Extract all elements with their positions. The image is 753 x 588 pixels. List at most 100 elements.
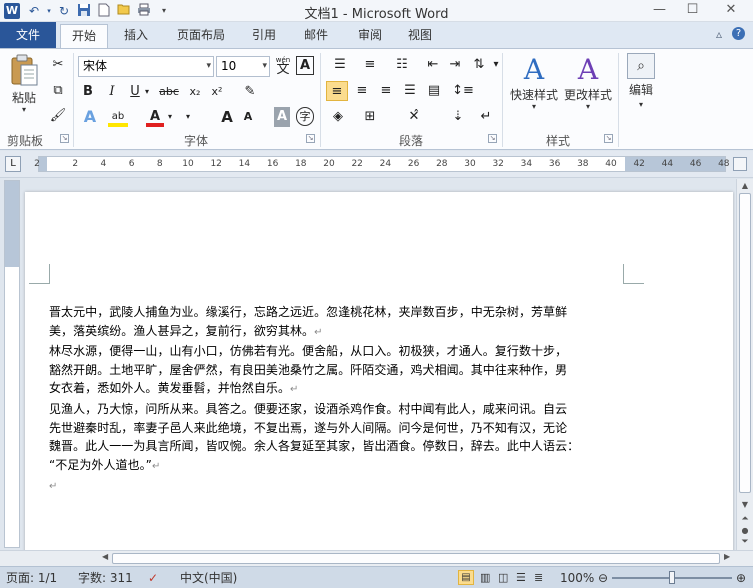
previous-page-icon[interactable]: ⏶ <box>739 513 751 525</box>
scroll-left-icon[interactable]: ◀ <box>102 552 108 561</box>
document-page[interactable]: 晋太元中，武陵人捕鱼为业。缘溪行，忘路之远近。忽逢桃花林，夹岸数百步，中无杂树，… <box>25 192 733 550</box>
document-paragraph[interactable]: 晋太元中，武陵人捕鱼为业。缘溪行，忘路之远近。忽逢桃花林，夹岸数百步，中无杂树，… <box>49 303 651 342</box>
font-size-combo[interactable]: 10 ▾ <box>216 56 270 77</box>
outline-view-icon[interactable]: ☰ <box>516 570 526 586</box>
undo-dropdown-icon[interactable]: ▾ <box>46 3 52 19</box>
zoom-level[interactable]: 100% <box>560 570 594 586</box>
full-screen-reading-icon[interactable]: ▥ <box>480 570 490 586</box>
superscript-button[interactable]: x² <box>208 82 226 102</box>
numbering-icon[interactable]: ≡ <box>358 55 382 75</box>
highlight-dropdown-icon[interactable]: ▾ <box>184 107 192 127</box>
tab-file[interactable]: 文件 <box>0 22 56 48</box>
change-styles-button[interactable]: A 更改样式 ▾ <box>562 53 614 111</box>
underline-dropdown-icon[interactable]: ▾ <box>143 82 151 102</box>
draft-view-icon[interactable]: ≣ <box>534 570 543 586</box>
align-right-icon[interactable]: ≡ <box>376 81 396 101</box>
tab-home[interactable]: 开始 <box>60 24 108 49</box>
distributed-icon[interactable]: ▤ <box>424 81 444 101</box>
page-count[interactable]: 页面: 1/1 <box>6 570 57 586</box>
horizontal-scrollbar[interactable]: ◀ ▶ <box>0 550 753 566</box>
multilevel-list-icon[interactable]: ☷ <box>390 55 414 75</box>
sort-az-icon[interactable]: ⇣ <box>448 107 468 127</box>
font-color-icon[interactable]: A <box>146 107 164 127</box>
language-indicator[interactable]: 中文(中国) <box>180 570 237 586</box>
align-left-button[interactable]: ≡ <box>326 81 348 101</box>
vertical-ruler[interactable] <box>4 180 20 548</box>
word-count[interactable]: 字数: 311 <box>78 570 133 586</box>
enclose-characters-button[interactable]: 字 <box>296 107 314 126</box>
tab-page-layout[interactable]: 页面布局 <box>166 24 236 48</box>
proofing-icon[interactable]: ✓ <box>148 570 158 586</box>
bullets-icon[interactable]: ☰ <box>328 55 352 75</box>
tab-review[interactable]: 审阅 <box>348 24 392 48</box>
shading-icon[interactable]: ◈ <box>328 107 348 127</box>
show-paragraph-marks-icon[interactable]: ↵ <box>476 107 496 127</box>
tab-selector[interactable]: L <box>5 156 21 172</box>
horizontal-ruler[interactable]: 2 2 4 6 8 10 12 14 16 18 20 22 24 26 28 30 32 34 36 38 40 42 4… <box>34 156 730 172</box>
character-border-icon[interactable]: A <box>296 56 314 75</box>
horizontal-scroll-thumb[interactable] <box>112 553 720 564</box>
highlight-icon[interactable]: ab <box>108 107 128 127</box>
paste-button[interactable]: 粘贴 ▾ <box>6 53 42 114</box>
font-launcher-icon[interactable]: ↘ <box>306 134 315 143</box>
justify-icon[interactable]: ☰ <box>400 81 420 101</box>
text-effects-icon[interactable]: A <box>80 107 100 127</box>
styles-launcher-icon[interactable]: ↘ <box>604 134 613 143</box>
paragraph-launcher-icon[interactable]: ↘ <box>488 134 497 143</box>
scroll-down-icon[interactable]: ▼ <box>739 499 751 511</box>
word-app-icon[interactable]: W <box>4 3 20 19</box>
subscript-button[interactable]: x₂ <box>186 82 204 102</box>
grow-font-button[interactable]: A <box>218 107 236 127</box>
redo-icon[interactable]: ↻ <box>56 3 72 19</box>
sort-icon[interactable]: ▾ <box>490 55 502 75</box>
document-paragraph[interactable]: 林尽水源，便得一山，山有小口，仿佛若有光。便舍船，从口入。初极狭，才通人。复行数… <box>49 342 651 400</box>
chinese-layout-icon[interactable]: ⇅ <box>470 55 488 75</box>
minimize-ribbon-icon[interactable]: ▵ <box>716 27 722 41</box>
strikethrough-button[interactable]: abc <box>156 82 182 102</box>
phonetic-guide-button[interactable]: wén 文 <box>272 55 294 76</box>
document-paragraph[interactable]: 见渔人，乃大惊，问所从来。具答之。便要还家，设酒杀鸡作食。村中闻有此人，咸来问讯… <box>49 400 651 476</box>
scroll-up-icon[interactable]: ▲ <box>739 180 751 192</box>
scroll-right-icon[interactable]: ▶ <box>724 552 730 561</box>
help-icon[interactable]: ? <box>732 27 745 40</box>
font-color-dropdown-icon[interactable]: ▾ <box>166 107 174 127</box>
clipboard-launcher-icon[interactable]: ↘ <box>60 134 69 143</box>
new-document-icon[interactable] <box>96 3 112 19</box>
web-layout-icon[interactable]: ◫ <box>498 570 508 586</box>
vertical-scroll-thumb[interactable] <box>739 193 751 493</box>
increase-indent-icon[interactable]: ⇥ <box>446 55 464 75</box>
document-paragraph[interactable]: ↵ <box>49 476 651 497</box>
editing-button[interactable]: ⌕ 编辑 ▾ <box>622 53 660 109</box>
format-painter-icon[interactable]: 🖌 <box>48 106 68 126</box>
cut-icon[interactable]: ✂ <box>48 55 68 75</box>
minimize-button[interactable]: — <box>643 0 676 20</box>
clear-formatting-icon[interactable]: ✎ <box>240 82 260 102</box>
document-body[interactable]: 晋太元中，武陵人捕鱼为业。缘溪行，忘路之远近。忽逢桃花林，夹岸数百步，中无杂树，… <box>49 303 651 497</box>
view-ruler-icon[interactable] <box>733 157 747 171</box>
maximize-button[interactable]: ☐ <box>676 0 709 20</box>
italic-button[interactable]: I <box>104 82 120 102</box>
decrease-indent-icon[interactable]: ⇤ <box>424 55 442 75</box>
align-center-icon[interactable]: ≡ <box>352 81 372 101</box>
customize-qat-icon[interactable]: ▾ <box>156 3 172 19</box>
open-folder-icon[interactable] <box>116 3 132 19</box>
next-page-icon[interactable]: ⏷ <box>739 536 751 548</box>
tab-references[interactable]: 引用 <box>242 24 286 48</box>
character-shading-button[interactable]: A <box>274 107 290 127</box>
tab-view[interactable]: 视图 <box>398 24 442 48</box>
quick-styles-button[interactable]: A 快速样式 ▾ <box>508 53 560 111</box>
print-icon[interactable] <box>136 3 152 19</box>
tab-insert[interactable]: 插入 <box>112 24 160 48</box>
tab-mailings[interactable]: 邮件 <box>294 24 338 48</box>
vertical-scrollbar[interactable]: ▲ ▼ ⏶ ● ⏷ <box>736 179 753 550</box>
shrink-font-button[interactable]: A <box>240 107 256 127</box>
copy-icon[interactable]: ⧉ <box>48 81 68 101</box>
undo-icon[interactable]: ↶ <box>26 3 42 19</box>
print-layout-view-icon[interactable]: ▤ <box>458 570 474 585</box>
paste-dropdown-icon[interactable]: ▾ <box>6 106 42 114</box>
close-button[interactable]: ✕ <box>709 0 753 20</box>
zoom-in-icon[interactable]: ⊕ <box>736 570 746 586</box>
bold-button[interactable]: B <box>80 82 96 102</box>
line-spacing-icon[interactable]: ↕≡ <box>452 81 474 101</box>
borders-icon[interactable]: ⊞ <box>360 107 380 127</box>
